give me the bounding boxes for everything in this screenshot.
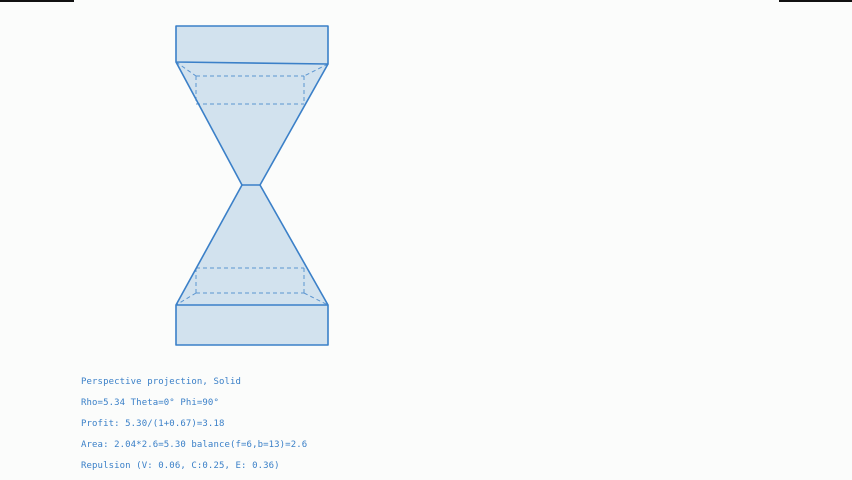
bottom-slab-face <box>176 305 328 345</box>
3d-viewport[interactable] <box>0 0 852 360</box>
upper-funnel-face <box>176 62 328 185</box>
top-slab-face <box>176 26 328 64</box>
render-window: Perspective projection, Solid Rho=5.34 T… <box>0 0 852 480</box>
lower-funnel-face <box>176 185 328 305</box>
repulsion-readout: Repulsion (V: 0.06, C:0.25, E: 0.36) <box>81 461 280 471</box>
camera-angles: Rho=5.34 Theta=0° Phi=90° <box>81 398 219 408</box>
status-readout: Perspective projection, Solid Rho=5.34 T… <box>81 375 481 480</box>
projection-label: Perspective projection, Solid <box>81 377 242 387</box>
profit-readout: Profit: 5.30/(1+0.67)=3.18 <box>81 419 225 429</box>
area-readout: Area: 2.04*2.6=5.30 balance(f=6,b=13)=2.… <box>81 440 308 450</box>
